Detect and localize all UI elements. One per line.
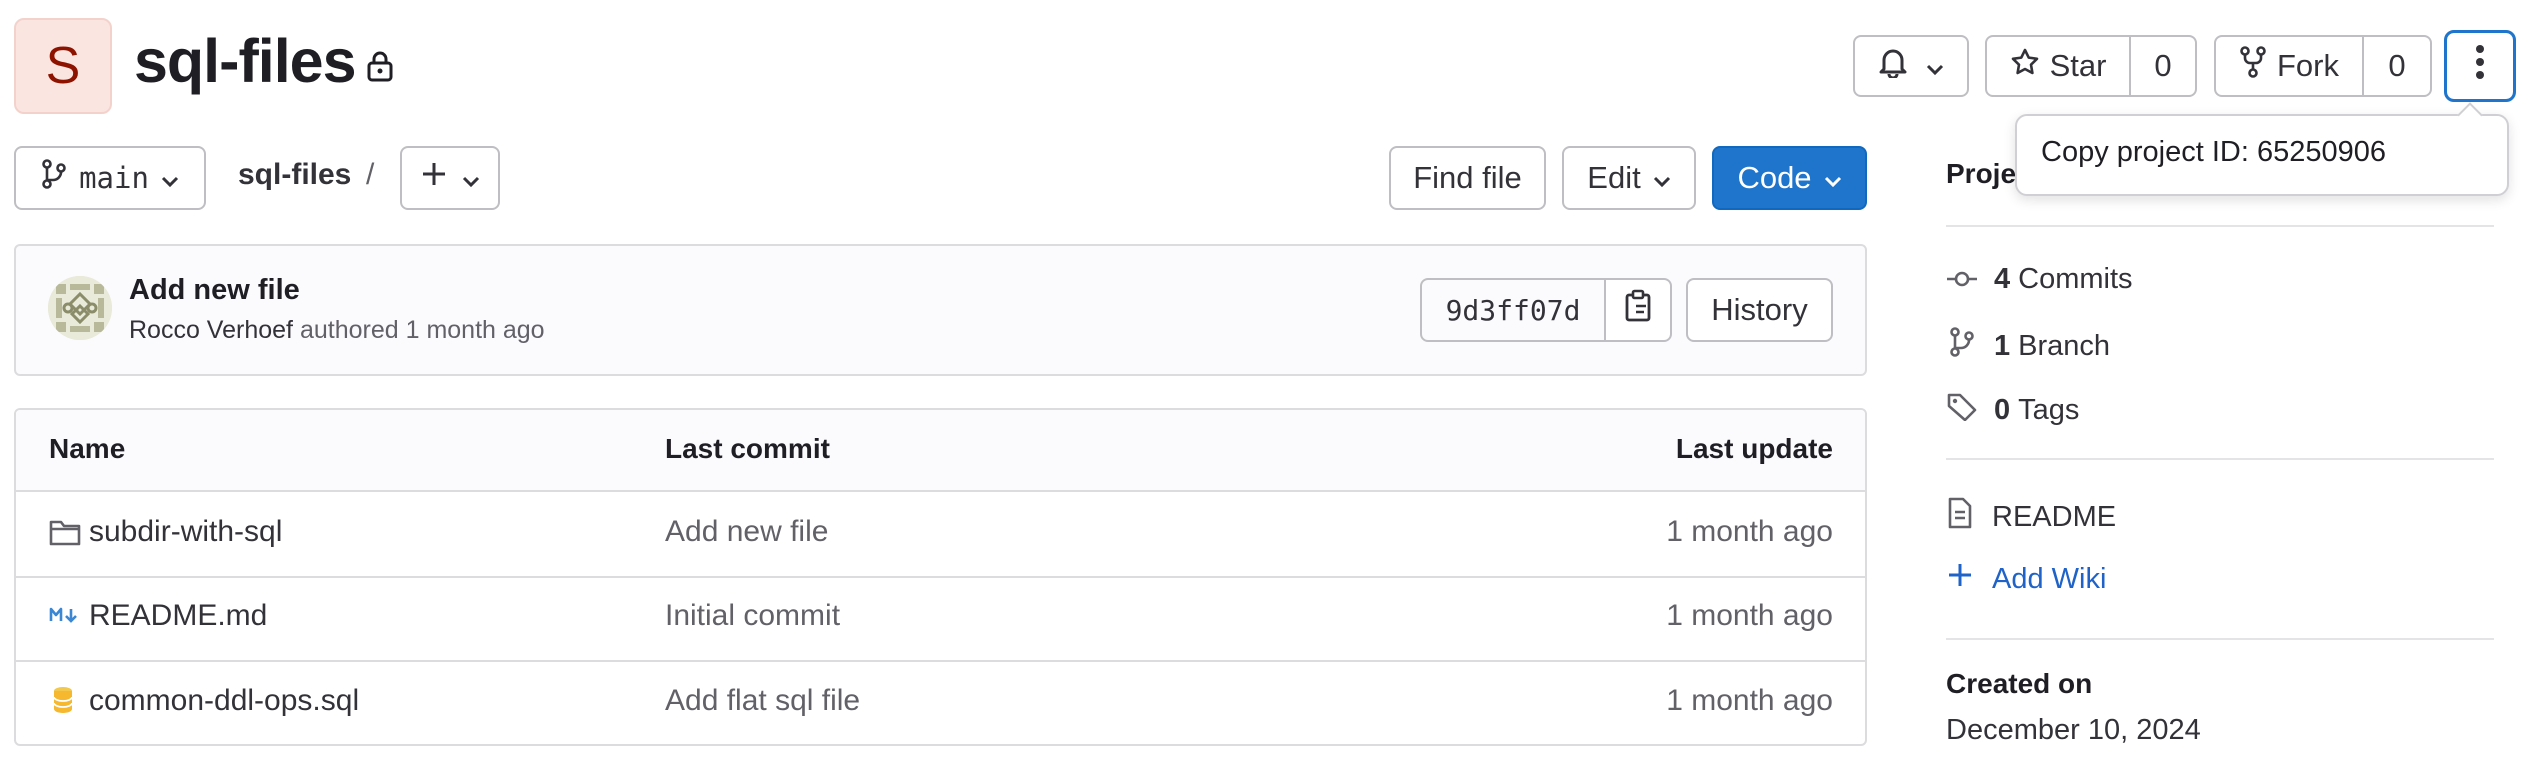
tags-link[interactable]: 0 Tags	[1946, 391, 2079, 429]
markdown-icon	[49, 606, 79, 629]
database-icon	[52, 686, 74, 719]
branches-link[interactable]: 1 Branch	[1946, 327, 2110, 365]
breadcrumb-project[interactable]: sql-files	[238, 158, 351, 192]
notifications-dropdown[interactable]	[1853, 35, 1969, 97]
chevron-down-icon	[1824, 160, 1842, 196]
find-file-button[interactable]: Find file	[1389, 146, 1546, 210]
chevron-down-icon	[1926, 48, 1944, 84]
row-last-update: 1 month ago	[1666, 515, 1833, 548]
file-name[interactable]: README.md	[89, 599, 267, 633]
edit-dropdown[interactable]: Edit	[1562, 146, 1696, 210]
project-title[interactable]: sql-files	[134, 26, 357, 96]
fork-count[interactable]: 0	[2362, 35, 2432, 97]
table-row[interactable]	[16, 492, 1865, 574]
row-last-commit[interactable]: Add flat sql file	[665, 684, 860, 718]
table-row[interactable]	[16, 576, 1865, 658]
code-label: Code	[1737, 160, 1812, 195]
branch-count: 1	[1994, 329, 2011, 362]
divider	[1946, 458, 2494, 460]
commits-label: Commits	[2018, 263, 2133, 295]
folder-icon	[49, 518, 81, 551]
edit-label: Edit	[1587, 160, 1641, 195]
branch-label: Branch	[2018, 329, 2111, 362]
copy-sha-button[interactable]	[1604, 278, 1672, 342]
bell-icon	[1878, 46, 1908, 86]
add-wiki-label: Add Wiki	[1992, 562, 2107, 595]
star-icon	[2010, 47, 2040, 85]
created-on-date: December 10, 2024	[1946, 714, 2201, 746]
column-header-name: Name	[49, 433, 126, 464]
chevron-down-icon	[161, 160, 179, 196]
row-last-commit[interactable]: Add new file	[665, 515, 828, 549]
readme-link[interactable]: README	[1946, 497, 2116, 537]
chevron-down-icon	[462, 160, 480, 196]
author-avatar[interactable]	[48, 276, 112, 340]
project-avatar[interactable]: S	[14, 18, 112, 114]
file-name[interactable]: common-ddl-ops.sql	[89, 684, 359, 718]
branch-icon	[1946, 327, 1978, 365]
divider	[1946, 225, 2494, 227]
copy-project-id-item[interactable]: Copy project ID: 65250906	[2041, 136, 2386, 169]
fork-button[interactable]: Fork	[2214, 35, 2364, 97]
add-wiki-link[interactable]: Add Wiki	[1946, 561, 2106, 597]
chevron-down-icon	[1653, 160, 1671, 196]
commit-icon	[1946, 263, 1978, 296]
table-header	[16, 410, 1865, 492]
column-header-last-commit: Last commit	[665, 433, 830, 464]
lock-icon	[366, 50, 394, 87]
add-to-tree-dropdown[interactable]	[400, 146, 500, 210]
document-icon	[1946, 497, 1974, 537]
commit-meta: Rocco Verhoef authored 1 month ago	[129, 316, 545, 345]
commit-author[interactable]: Rocco Verhoef	[129, 316, 293, 344]
tag-icon	[1946, 391, 1978, 429]
star-button[interactable]: Star	[1985, 35, 2131, 97]
row-last-update: 1 month ago	[1666, 599, 1833, 632]
file-name[interactable]: subdir-with-sql	[89, 515, 282, 549]
commits-link[interactable]: 4 Commits	[1946, 263, 2133, 296]
sidebar-heading: Proje	[1946, 158, 2017, 189]
star-count[interactable]: 0	[2129, 35, 2197, 97]
branch-name: main	[79, 161, 149, 195]
more-actions-button[interactable]	[2444, 30, 2516, 102]
branch-selector[interactable]: main	[14, 146, 206, 210]
readme-label: README	[1992, 500, 2117, 533]
fork-icon	[2239, 46, 2267, 86]
commit-title[interactable]: Add new file	[129, 274, 300, 307]
commit-sha[interactable]: 9d3ff07d	[1420, 278, 1606, 342]
popover-caret	[2457, 102, 2483, 128]
history-button[interactable]: History	[1686, 278, 1833, 342]
column-header-last-update: Last update	[1675, 433, 1833, 464]
commits-count: 4	[1994, 263, 2011, 295]
branch-icon	[41, 159, 67, 197]
more-actions-popover: Copy project ID: 65250906	[2015, 102, 2509, 196]
tags-label: Tags	[2018, 393, 2080, 426]
fork-label: Fork	[2277, 48, 2339, 83]
plus-icon	[1946, 561, 1974, 597]
row-last-commit[interactable]: Initial commit	[665, 599, 840, 633]
project-avatar-letter: S	[45, 37, 81, 95]
plus-icon	[420, 160, 448, 196]
tags-count: 0	[1994, 393, 2011, 426]
clipboard-icon	[1624, 289, 1652, 331]
created-on-label: Created on	[1946, 668, 2093, 699]
kebab-icon	[2475, 44, 2485, 88]
divider	[1946, 638, 2494, 640]
breadcrumb-separator: /	[366, 158, 375, 191]
code-dropdown[interactable]: Code	[1712, 146, 1867, 210]
commit-authored: authored 1 month ago	[299, 316, 545, 344]
star-label: Star	[2049, 48, 2107, 83]
row-last-update: 1 month ago	[1666, 684, 1833, 717]
